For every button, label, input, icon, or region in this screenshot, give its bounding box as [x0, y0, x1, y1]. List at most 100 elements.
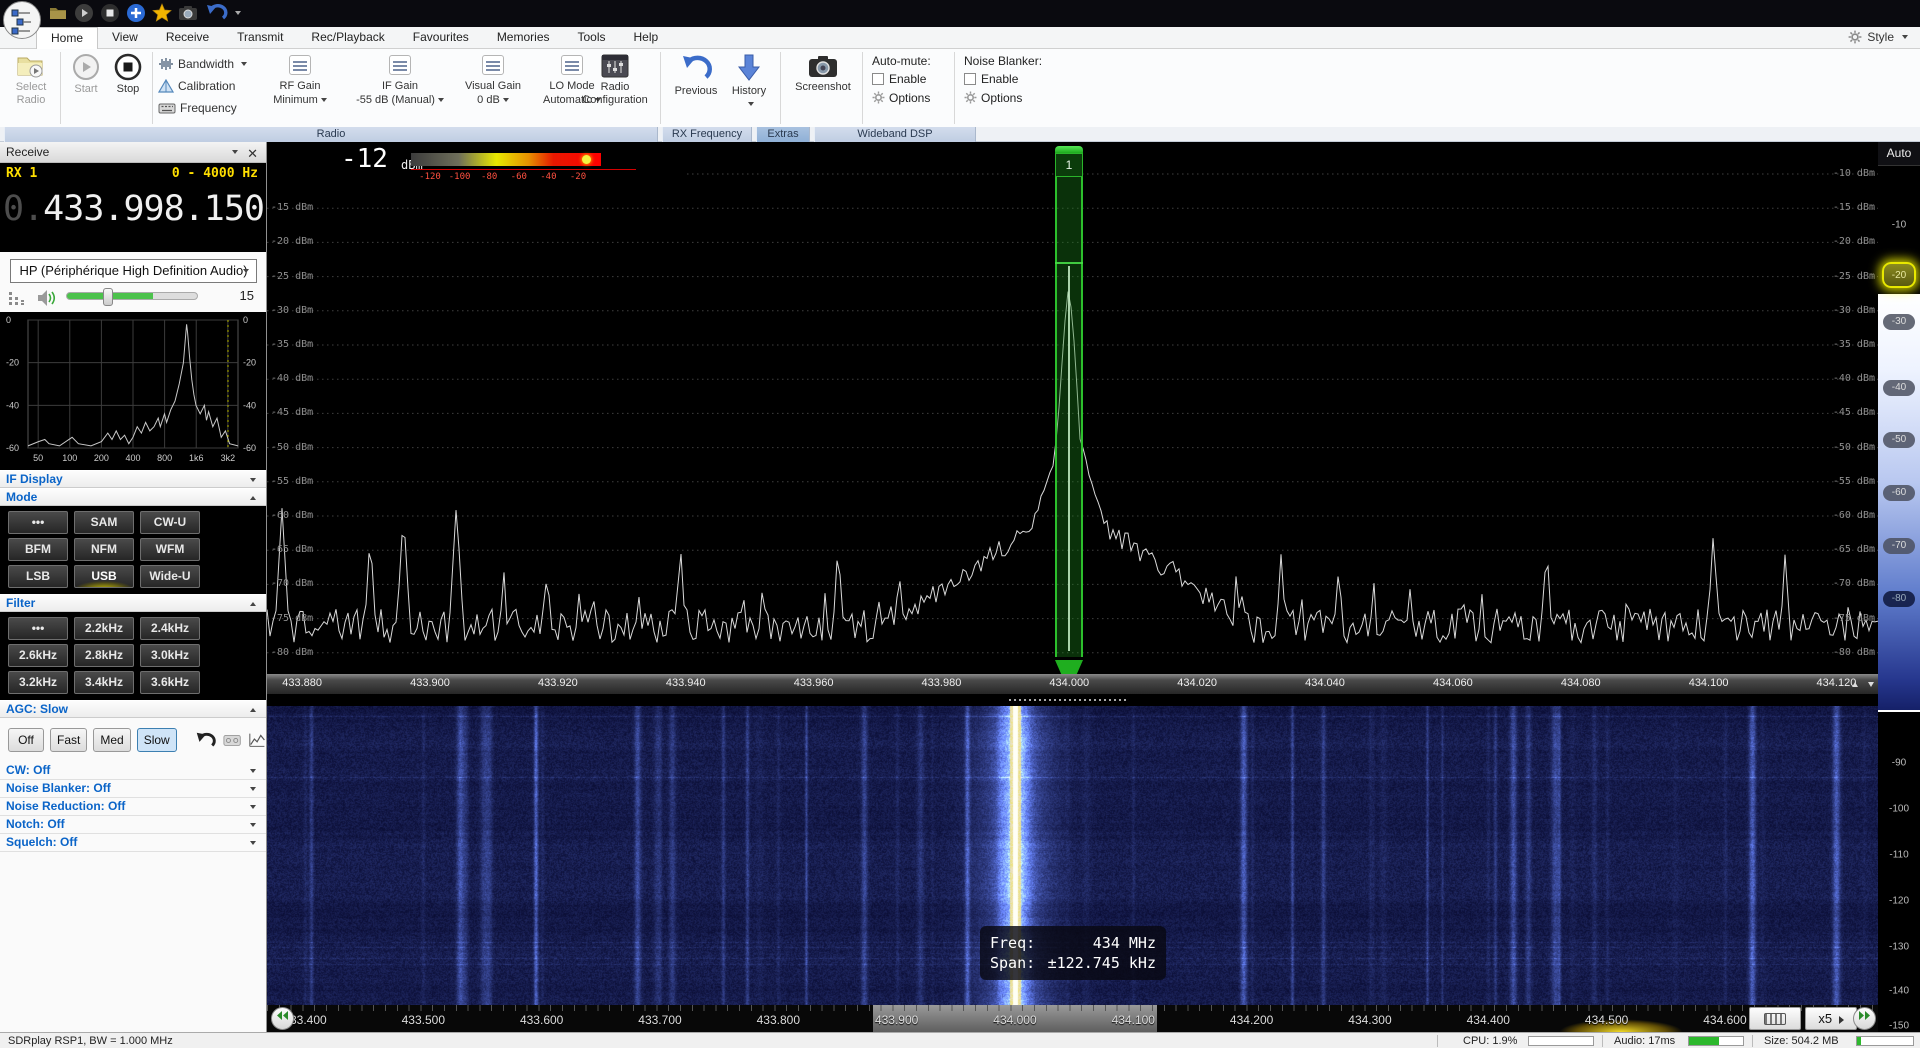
filter-header[interactable]: Filter	[0, 594, 266, 612]
waterfall-palette-scale[interactable]: Auto -10-20-30-40-50-60-70-80-90-100-110…	[1878, 142, 1920, 1032]
add-icon[interactable]	[126, 3, 146, 23]
mode-button-wide-u[interactable]: Wide-U	[140, 565, 200, 588]
volume-slider-handle[interactable]	[103, 288, 113, 306]
palette-upper-handle[interactable]: -20	[1882, 262, 1916, 288]
noiseblanker-options-button[interactable]: Options	[964, 91, 1042, 105]
open-folder-icon[interactable]	[48, 3, 68, 23]
tuned-frequency[interactable]: 0.433.998.150	[2, 189, 265, 229]
app-logo-icon[interactable]	[3, 1, 41, 39]
tab-rec-playback[interactable]: Rec/Playback	[297, 27, 398, 49]
rf-gain-dropdown[interactable]: RF Gain Minimum	[252, 55, 348, 107]
tab-home[interactable]: Home	[36, 27, 98, 49]
radio-configuration-button[interactable]: RadioConfiguration	[572, 53, 658, 107]
tab-tools[interactable]: Tools	[564, 27, 620, 49]
audio-device-select[interactable]: HP (Périphérique High Definition Audio)	[10, 259, 257, 283]
filter-button-[interactable]: •••	[8, 617, 68, 640]
filter-button-2-4khz[interactable]: 2.4kHz	[140, 617, 200, 640]
filter-button-2-2khz[interactable]: 2.2kHz	[74, 617, 134, 640]
palette-lower-handle[interactable]	[1878, 710, 1920, 712]
camera-icon[interactable]	[178, 3, 198, 23]
main-spectrum[interactable]: -12 dBm -120-100-80-60-40-20 -10 dBm-15 …	[267, 142, 1878, 674]
filter-button-2-8khz[interactable]: 2.8kHz	[74, 644, 134, 667]
screenshot-button[interactable]: Screenshot	[788, 53, 858, 94]
panel-collapse-icon[interactable]	[232, 150, 238, 154]
mode-header[interactable]: Mode	[0, 488, 266, 506]
receive-panel-header[interactable]: Receive ✕	[0, 142, 266, 163]
speaker-icon[interactable]	[36, 288, 58, 308]
mode-button-[interactable]: •••	[8, 511, 68, 534]
style-menu[interactable]: Style	[1848, 30, 1908, 44]
waterfall-zoom-button[interactable]: x5	[1805, 1007, 1857, 1030]
filter-button-3-4khz[interactable]: 3.4kHz	[74, 671, 134, 694]
history-dropdown[interactable]: History	[724, 53, 774, 111]
section-squelch[interactable]: Squelch: Off	[0, 834, 266, 852]
undo-icon[interactable]	[204, 3, 228, 23]
automute-enable-checkbox[interactable]: Enable	[872, 72, 931, 86]
favourites-icon[interactable]	[152, 3, 172, 23]
band-scroll-left-button[interactable]	[271, 1007, 294, 1030]
mode-button-usb[interactable]: USB	[74, 565, 134, 588]
axis-down-icon[interactable]	[1868, 682, 1874, 687]
filter-button-3-2khz[interactable]: 3.2kHz	[8, 671, 68, 694]
visual-gain-dropdown[interactable]: Visual Gain 0 dB	[452, 55, 534, 107]
mode-button-bfm[interactable]: BFM	[8, 538, 68, 561]
mode-button-sam[interactable]: SAM	[74, 511, 134, 534]
tab-favourites[interactable]: Favourites	[399, 27, 483, 49]
filter-button-2-6khz[interactable]: 2.6kHz	[8, 644, 68, 667]
spectrum-frequency-axis[interactable]: 433.880433.900433.920433.940433.960433.9…	[267, 674, 1878, 694]
freq-axis-label: 433.880	[282, 677, 322, 689]
rx-marker-number[interactable]: 1	[1055, 153, 1083, 177]
equalizer-icon[interactable]	[8, 290, 28, 306]
section-noise-blanker[interactable]: Noise Blanker: Off	[0, 780, 266, 798]
band-scroll-right-button[interactable]	[1853, 1007, 1876, 1030]
start-icon[interactable]	[74, 3, 94, 23]
memory-icon[interactable]	[223, 732, 241, 748]
svg-text:400: 400	[125, 453, 140, 463]
if-gain-dropdown[interactable]: IF Gain -55 dB (Manual)	[348, 55, 452, 107]
audio-spectrum-graph[interactable]: 00-20-20-40-40-60-60501002004008001k63k2	[0, 312, 266, 470]
frequency-button[interactable]: Frequency	[158, 101, 237, 115]
palette-label: -60	[1883, 485, 1915, 501]
section-cw[interactable]: CW: Off	[0, 762, 266, 780]
palette-auto-button[interactable]: Auto	[1878, 142, 1920, 166]
automute-options-button[interactable]: Options	[872, 91, 931, 105]
agc-button-off[interactable]: Off	[8, 728, 44, 752]
frequency-entry-button[interactable]	[1749, 1007, 1801, 1030]
tab-help[interactable]: Help	[620, 27, 673, 49]
agc-button-med[interactable]: Med	[93, 728, 130, 752]
agc-button-fast[interactable]: Fast	[50, 728, 87, 752]
axis-up-icon[interactable]	[1852, 682, 1858, 687]
calibration-button[interactable]: Calibration	[158, 79, 235, 93]
filter-button-3-6khz[interactable]: 3.6kHz	[140, 671, 200, 694]
noiseblanker-enable-checkbox[interactable]: Enable	[964, 72, 1042, 86]
select-radio-button[interactable]: SelectRadio	[8, 53, 54, 107]
undo-icon[interactable]	[194, 731, 216, 749]
stop-icon[interactable]	[100, 3, 120, 23]
mode-button-cw-u[interactable]: CW-U	[140, 511, 200, 534]
filter-button-3-0khz[interactable]: 3.0kHz	[140, 644, 200, 667]
tab-receive[interactable]: Receive	[152, 27, 223, 49]
tab-view[interactable]: View	[98, 27, 152, 49]
if-display-header[interactable]: IF Display	[0, 470, 266, 488]
mode-button-lsb[interactable]: LSB	[8, 565, 68, 588]
section-noise-reduction[interactable]: Noise Reduction: Off	[0, 798, 266, 816]
panel-close-icon[interactable]: ✕	[247, 144, 258, 164]
stop-button[interactable]: Stop	[108, 53, 148, 96]
bandwidth-button[interactable]: Bandwidth	[158, 57, 247, 71]
agc-header[interactable]: AGC: Slow	[0, 700, 266, 718]
agc-button-slow[interactable]: Slow	[137, 728, 177, 752]
graph-icon[interactable]	[248, 731, 266, 749]
tab-transmit[interactable]: Transmit	[223, 27, 297, 49]
section-notch[interactable]: Notch: Off	[0, 816, 266, 834]
tab-memories[interactable]: Memories	[483, 27, 564, 49]
band-navigator[interactable]: 433.400433.500433.600433.700433.800433.9…	[267, 1005, 1878, 1032]
rx-marker[interactable]: 1	[1055, 146, 1083, 657]
start-button[interactable]: Start	[66, 53, 106, 96]
mode-button-wfm[interactable]: WFM	[140, 538, 200, 561]
previous-button[interactable]: Previous	[668, 53, 724, 98]
mode-button-nfm[interactable]: NFM	[74, 538, 134, 561]
more-commands-icon[interactable]	[235, 11, 241, 15]
axis-scroll-arrows[interactable]	[1849, 676, 1874, 694]
waterfall[interactable]: Freq:434 MHz Span:±122.745 kHz	[267, 706, 1878, 1005]
volume-slider[interactable]	[66, 292, 198, 300]
